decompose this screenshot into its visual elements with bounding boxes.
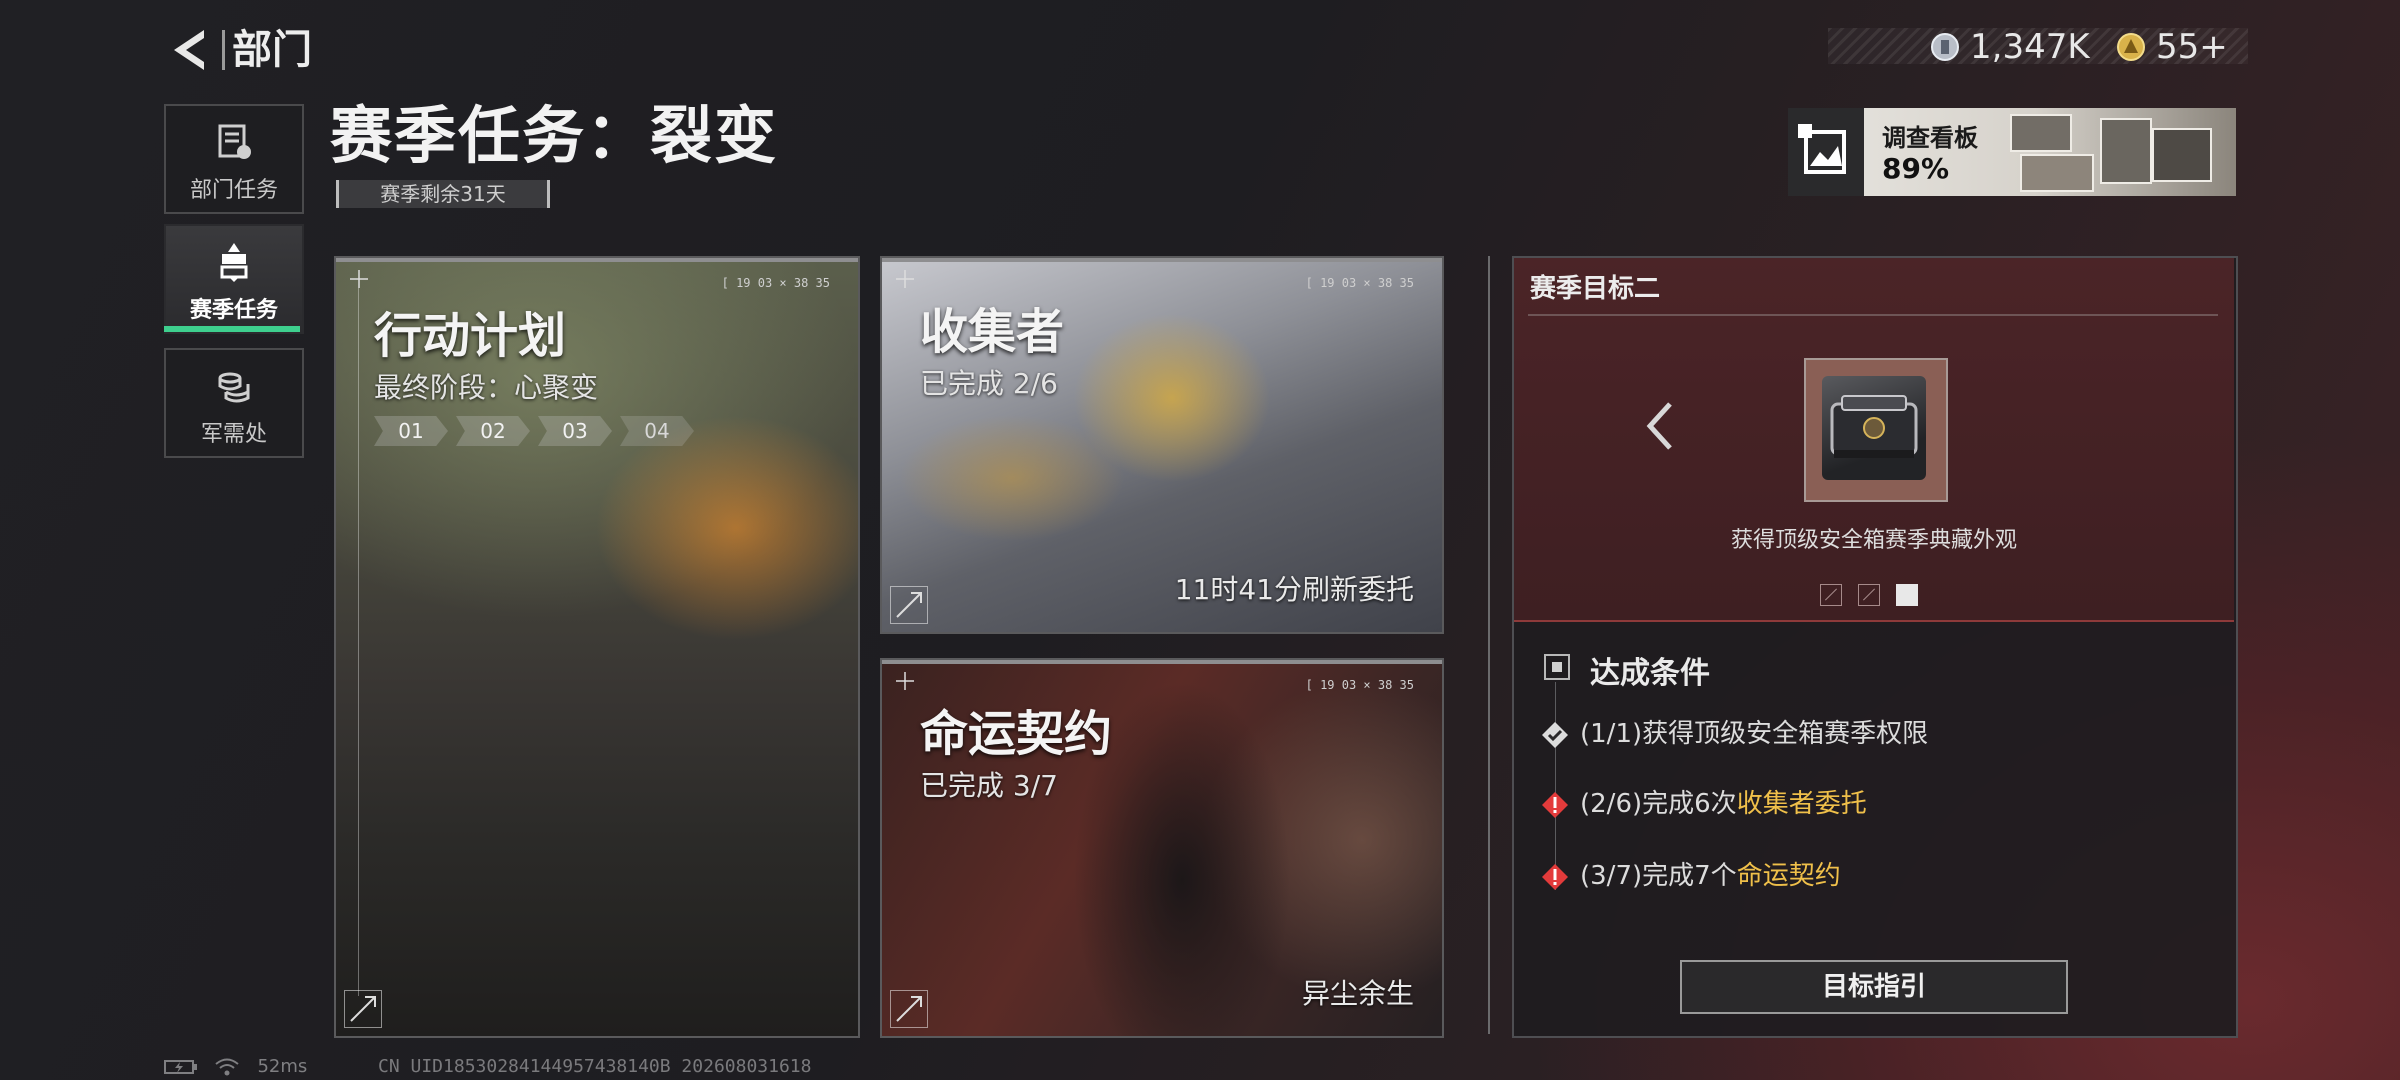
gold-coin-icon: [2117, 33, 2145, 61]
sidebar-item-label: 赛季任务: [189, 298, 278, 323]
check-diamond-icon: [1542, 721, 1568, 748]
condition-text: (3/7)完成7个: [1580, 861, 1737, 891]
goal-page-indicator: [1820, 584, 1934, 610]
crosshair-icon: [350, 270, 368, 288]
page-dot[interactable]: [1820, 584, 1842, 606]
board-progress: 89%: [1882, 152, 1950, 185]
card-action-plan[interactable]: [ 19 03 × 38 35 行动计划 最终阶段：心聚变 01 02 03 04: [334, 256, 860, 1038]
card-title: 行动计划: [374, 308, 567, 364]
goal-guide-button[interactable]: 目标指引: [1680, 960, 2068, 1014]
crosshair-icon: [896, 270, 914, 288]
board-icon-box: [1788, 108, 1864, 196]
condition-text: (1/1)获得顶级安全箱赛季权限: [1580, 719, 1929, 749]
expand-icon: [344, 990, 382, 1028]
back-arrow-icon[interactable]: [160, 22, 216, 78]
sidebar-item-season-tasks[interactable]: 赛季任务: [164, 224, 304, 334]
department-title: 部门: [232, 27, 312, 73]
condition-item: (3/7)完成7个命运契约: [1540, 858, 1841, 894]
coins-stack-icon: [218, 372, 250, 403]
warning-diamond-icon: [1542, 863, 1568, 890]
sidebar-item-department-tasks[interactable]: 部门任务: [164, 104, 304, 214]
sidebar-item-label: 军需处: [200, 422, 267, 447]
wifi-icon: [215, 1058, 239, 1076]
board-label: 调查看板: [1882, 124, 1978, 152]
card-fate-contract[interactable]: [ 19 03 × 38 35 命运契约 已完成 3/7 异尘余生: [880, 658, 1444, 1038]
card-top-line: [882, 258, 1442, 262]
ping-value: 52ms: [257, 1056, 308, 1077]
goal-title: 赛季目标二: [1530, 274, 1661, 304]
status-bar: 52ms: [164, 1056, 307, 1077]
investigation-board-button[interactable]: 调查看板 89%: [1788, 108, 2236, 196]
stage-chip: 03: [538, 416, 612, 446]
sidebar-active-indicator: [164, 326, 300, 332]
card-stamp: [ 19 03 × 38 35: [1305, 276, 1414, 290]
card-subtitle: 已完成 2/6: [920, 367, 1058, 400]
sidebar-item-quartermaster[interactable]: 军需处: [164, 348, 304, 458]
season-task-icon: [220, 243, 248, 282]
goal-title-underline: [1528, 314, 2218, 316]
condition-text: (2/6)完成6次: [1580, 789, 1737, 819]
warning-diamond-icon: [1542, 791, 1568, 818]
condition-link-fate[interactable]: 命运契约: [1737, 861, 1841, 891]
card-subtitle: 最终阶段：心聚变: [374, 371, 599, 404]
picture-board-icon: [1798, 124, 1846, 174]
condition-link-collector[interactable]: 收集者委托: [1737, 789, 1867, 819]
stage-chip: 01: [374, 416, 448, 446]
condition-item: (1/1)获得顶级安全箱赛季权限: [1540, 716, 1928, 752]
currency1-value: 1,347K: [1970, 27, 2090, 67]
page-title: 赛季任务：裂变: [330, 99, 779, 172]
expand-icon: [890, 990, 928, 1028]
card-subtitle: 已完成 3/7: [920, 769, 1058, 802]
page-dot-active[interactable]: [1896, 584, 1918, 606]
header-divider: [222, 30, 225, 70]
expand-icon: [890, 586, 928, 624]
condition-item: (2/6)完成6次收集者委托: [1540, 786, 1867, 822]
conditions-heading: 达成条件: [1590, 656, 1710, 691]
season-days-left: 赛季剩余31天: [336, 180, 550, 208]
card-stamp: [ 19 03 × 38 35: [1305, 678, 1414, 692]
secure-case-icon: [1822, 376, 1926, 480]
currency2-value: 55+: [2156, 27, 2228, 67]
document-icon: [218, 124, 251, 159]
conditions-icon: [1544, 654, 1570, 680]
stage-chip: 02: [456, 416, 530, 446]
stage-chip: 04: [620, 416, 694, 446]
chevron-left-icon[interactable]: [1640, 396, 1680, 456]
card-collector[interactable]: [ 19 03 × 38 35 收集者 已完成 2/6 11时41分刷新委托: [880, 256, 1444, 634]
vertical-divider: [1488, 256, 1490, 1034]
card-top-line: [336, 258, 858, 262]
refresh-timer: 11时41分刷新委托: [1174, 573, 1414, 606]
sidebar-item-label: 部门任务: [189, 178, 278, 203]
crosshair-icon: [896, 672, 914, 690]
card-guide-line: [358, 288, 359, 996]
card-top-line: [882, 660, 1442, 664]
card-stamp: [ 19 03 × 38 35: [721, 276, 830, 290]
page-dot[interactable]: [1858, 584, 1880, 606]
silver-coin-icon: [1931, 33, 1959, 61]
reward-description: 获得顶级安全箱赛季典藏外观: [1730, 528, 2017, 553]
user-uid: CN UID18530284144957438140B 202608031618: [378, 1056, 812, 1077]
card-title: 收集者: [920, 304, 1065, 360]
stage-progress: 01 02 03 04: [374, 416, 702, 446]
card-footer-label: 异尘余生: [1301, 977, 1414, 1010]
battery-icon: [164, 1060, 197, 1074]
card-title: 命运契约: [920, 706, 1113, 762]
